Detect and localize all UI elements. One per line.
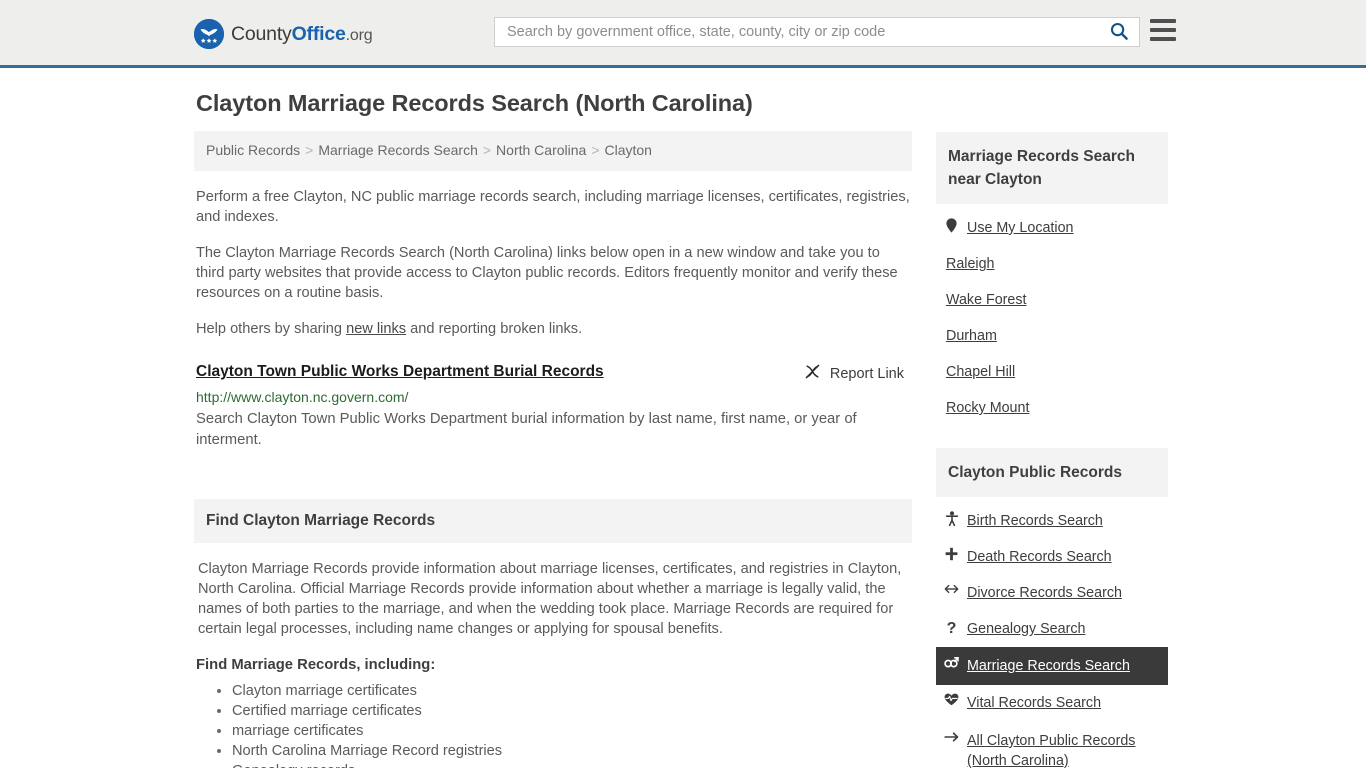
sidebar-item-label[interactable]: Divorce Records Search [967,583,1122,603]
search-icon [1109,21,1129,44]
result-description: Search Clayton Town Public Works Departm… [196,410,857,448]
map-pin-icon [944,218,959,233]
sidebar-item-label[interactable]: Death Records Search [967,547,1112,567]
left-right-arrow-icon [944,583,959,595]
share-text-after: and reporting broken links. [406,320,583,337]
intro-paragraph-2: The Clayton Marriage Records Search (Nor… [196,244,898,301]
brand-org-text: .org [345,26,373,44]
sidebar-item-raleigh[interactable]: Raleigh [936,246,1168,282]
list-item: Certified marriage certificates [232,701,910,721]
list-item: marriage certificates [232,721,910,741]
cross-icon [944,547,959,561]
sidebar-item-label[interactable]: Birth Records Search [967,511,1103,531]
sidebar-item-divorce-records-search[interactable]: Divorce Records Search [936,575,1168,611]
list-item: Genealogy records [232,761,910,768]
new-links-link[interactable]: new links [346,321,406,337]
find-records-section-heading: Find Clayton Marriage Records [194,498,912,543]
result-header-row: Clayton Town Public Works Department Bur… [196,361,910,385]
breadcrumb-separator: > [482,142,492,158]
breadcrumb-separator: > [305,142,314,158]
sidebar-item-rocky-mount[interactable]: Rocky Mount [936,390,1168,426]
sidebar-item-chapel-hill[interactable]: Chapel Hill [936,354,1168,390]
hamburger-menu-icon[interactable] [1150,19,1176,41]
sidebar-item-all-clayton-public-records[interactable]: All Clayton Public Records (North Caroli… [936,721,1168,768]
sidebar-item-label[interactable]: Raleigh [946,254,994,274]
breadcrumb: Public Records > Marriage Records Search > N… [194,131,912,171]
sidebar-public-records-list: Birth Records Search Death Records Searc… [936,497,1168,768]
sidebar-item-marriage-records-search[interactable]: Marriage Records Search [936,647,1168,685]
breadcrumb-item-marriage-records-search[interactable]: Marriage Records Search [318,142,478,158]
intro-paragraph-3: Help others by sharing new links and rep… [194,319,912,339]
sidebar-item-birth-records-search[interactable]: Birth Records Search [936,503,1168,539]
report-link-label: Report Link [829,365,904,382]
breadcrumb-item-clayton[interactable]: Clayton [605,142,652,158]
baby-icon [944,511,959,526]
sidebar-item-label[interactable]: Use My Location [967,218,1073,238]
find-records-subheading: Find Marriage Records, including: [196,656,436,673]
sidebar: Marriage Records Search near Clayton Use… [936,132,1168,768]
main-column: Public Records > Marriage Records Search > N… [194,131,912,768]
sidebar-item-label[interactable]: Marriage Records Search [967,656,1130,676]
hamburger-bar [1150,37,1176,41]
list-item: North Carolina Marriage Record registrie… [232,741,910,761]
sidebar-item-label[interactable]: Rocky Mount [946,398,1029,418]
hamburger-bar [1150,19,1176,23]
sidebar-item-wake-forest[interactable]: Wake Forest [936,282,1168,318]
page-body: Clayton Marriage Records Search (North C… [0,90,1366,768]
result-url: http://www.clayton.nc.govern.com/ [196,388,409,405]
sidebar-near-heading: Marriage Records Search near Clayton [936,132,1168,204]
content-container: Clayton Marriage Records Search (North C… [188,90,1178,768]
sidebar-item-label[interactable]: All Clayton Public Records (North Caroli… [967,731,1158,768]
find-records-paragraph: Clayton Marriage Records provide informa… [198,560,902,637]
sidebar-near-list: Use My Location Raleigh Wake Forest Durh… [936,204,1168,426]
breadcrumb-item-public-records[interactable]: Public Records [206,142,300,158]
broken-link-icon [804,363,821,385]
question-mark-icon: ? [946,620,957,637]
brand-county-text: County [231,22,292,45]
venus-mars-icon [944,656,959,670]
site-header: CountyOffice.org [0,0,1366,68]
result-item: Clayton Town Public Works Department Bur… [194,361,912,451]
share-text-before: Help others by sharing [196,320,347,337]
search-input[interactable] [505,19,1103,45]
sidebar-item-vital-records-search[interactable]: Vital Records Search [936,685,1168,721]
page-title: Clayton Marriage Records Search (North C… [196,90,753,116]
report-link-button[interactable]: Report Link [804,363,910,385]
find-records-section-body: Clayton Marriage Records provide informa… [194,559,912,768]
breadcrumb-separator: > [591,142,600,158]
content-columns: Public Records > Marriage Records Search > N… [194,131,1178,768]
breadcrumb-item-north-carolina[interactable]: North Carolina [496,142,586,158]
sidebar-item-label[interactable]: Durham [946,326,997,346]
list-item: Clayton marriage certificates [232,681,910,701]
find-records-list: Clayton marriage certificates Certified … [196,681,910,768]
sidebar-item-death-records-search[interactable]: Death Records Search [936,539,1168,575]
sidebar-item-label[interactable]: Vital Records Search [967,693,1101,713]
search-bar[interactable] [494,17,1140,47]
search-button[interactable] [1109,21,1129,44]
sidebar-item-use-my-location[interactable]: Use My Location [936,210,1168,246]
sidebar-item-label[interactable]: Wake Forest [946,290,1027,310]
hamburger-bar [1150,28,1176,32]
sidebar-item-durham[interactable]: Durham [936,318,1168,354]
brand-wordmark: CountyOffice.org [231,22,373,46]
sidebar-item-genealogy-search[interactable]: ? Genealogy Search [936,611,1168,647]
sidebar-public-records-heading: Clayton Public Records [936,448,1168,497]
brand-office-text: Office [291,22,346,45]
arrow-right-icon [944,731,959,743]
heartbeat-icon [944,693,959,706]
sidebar-item-label[interactable]: Chapel Hill [946,362,1015,382]
sidebar-item-label[interactable]: Genealogy Search [967,619,1085,639]
site-logo-link[interactable]: CountyOffice.org [194,19,373,49]
intro-paragraph-1: Perform a free Clayton, NC public marria… [196,188,910,225]
eagle-stars-logo-icon [194,19,224,49]
result-title-link[interactable]: Clayton Town Public Works Department Bur… [196,361,604,383]
